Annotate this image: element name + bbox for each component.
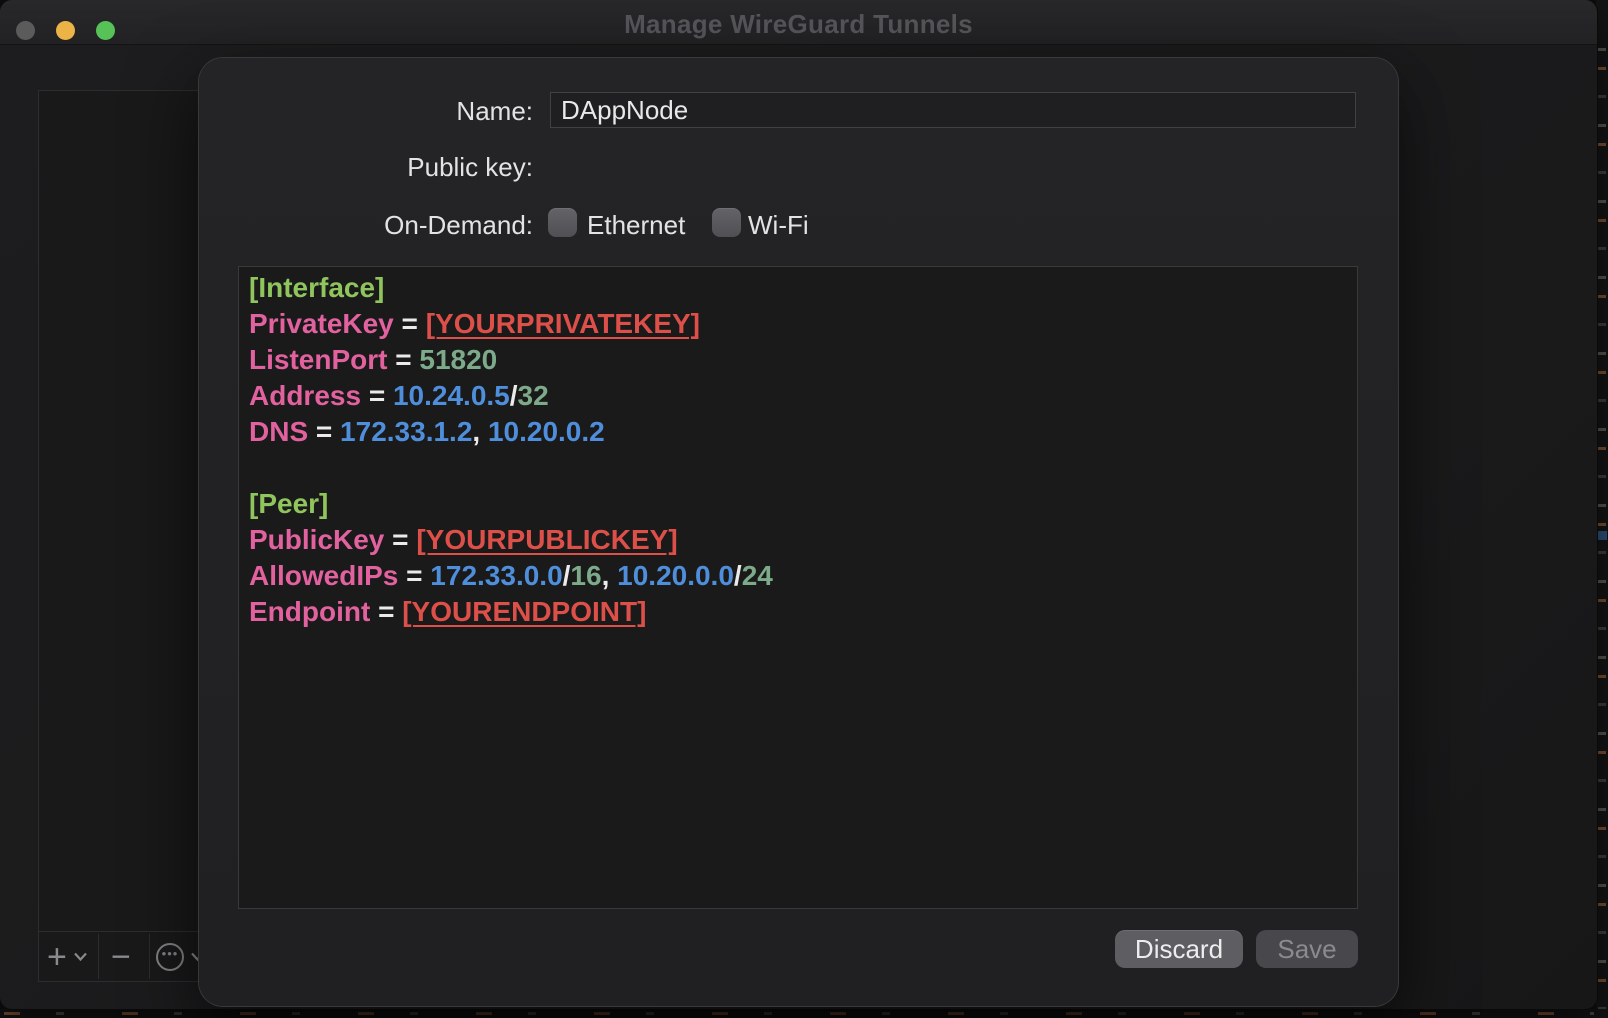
plus-icon: + bbox=[47, 940, 67, 974]
config-token-placeholder: [YOURPUBLICKEY] bbox=[416, 524, 677, 555]
ellipsis-circle-icon: ••• bbox=[156, 943, 184, 971]
config-token-key: ListenPort bbox=[249, 344, 387, 375]
more-actions-button[interactable]: ••• bbox=[156, 932, 204, 981]
wireguard-window: Manage WireGuard Tunnels + − ••• bbox=[0, 0, 1597, 1009]
config-editor[interactable]: [Interface]PrivateKey = [YOURPRIVATEKEY]… bbox=[238, 266, 1358, 909]
add-tunnel-button[interactable]: + bbox=[47, 932, 87, 981]
background-app-bottom-strip bbox=[0, 1009, 1608, 1018]
config-token-ip: 10.20.0.2 bbox=[488, 416, 605, 447]
wifi-checkbox[interactable] bbox=[712, 208, 741, 237]
config-token-punct: = bbox=[384, 524, 416, 555]
config-token-punct: = bbox=[370, 596, 402, 627]
config-token-number: 32 bbox=[518, 380, 549, 411]
name-label: Name: bbox=[199, 96, 533, 127]
background-selection-highlight bbox=[1597, 531, 1607, 540]
config-line: PublicKey = [YOURPUBLICKEY] bbox=[249, 522, 1347, 558]
minus-icon: − bbox=[111, 940, 131, 974]
config-token-ip: 172.33.0.0 bbox=[430, 560, 562, 591]
config-token-key: Endpoint bbox=[249, 596, 370, 627]
background-app-right-strip bbox=[1596, 0, 1608, 1018]
wifi-label[interactable]: Wi-Fi bbox=[748, 210, 809, 241]
config-token-placeholder: [YOURPRIVATEKEY] bbox=[426, 308, 700, 339]
config-line: [Interface] bbox=[249, 270, 1347, 306]
window-title: Manage WireGuard Tunnels bbox=[0, 9, 1597, 40]
config-token-number: 51820 bbox=[419, 344, 497, 375]
config-token-key: DNS bbox=[249, 416, 308, 447]
config-token-number: 24 bbox=[742, 560, 773, 591]
toolbar-separator bbox=[149, 934, 150, 979]
config-token-punct: = bbox=[387, 344, 419, 375]
config-line bbox=[249, 450, 1347, 486]
save-button[interactable]: Save bbox=[1256, 930, 1358, 968]
config-token-placeholder: [YOURENDPOINT] bbox=[402, 596, 646, 627]
config-token-ip: 10.20.0.0 bbox=[617, 560, 734, 591]
config-token-punct: , bbox=[602, 560, 618, 591]
toolbar-separator bbox=[98, 934, 99, 979]
config-line: Address = 10.24.0.5/32 bbox=[249, 378, 1347, 414]
discard-button[interactable]: Discard bbox=[1115, 930, 1243, 968]
ethernet-label[interactable]: Ethernet bbox=[587, 210, 685, 241]
config-line: DNS = 172.33.1.2, 10.20.0.2 bbox=[249, 414, 1347, 450]
config-token-key: Address bbox=[249, 380, 361, 411]
config-token-punct: = bbox=[398, 560, 430, 591]
config-token-section: [Interface] bbox=[249, 272, 384, 303]
config-token-punct: / bbox=[510, 380, 518, 411]
edit-tunnel-dialog: Name: Public key: On-Demand: Ethernet Wi… bbox=[199, 58, 1398, 1006]
ethernet-checkbox[interactable] bbox=[548, 208, 577, 237]
config-token-ip: 172.33.1.2 bbox=[340, 416, 472, 447]
config-token-punct: = bbox=[394, 308, 426, 339]
screen: Manage WireGuard Tunnels + − ••• bbox=[0, 0, 1608, 1018]
config-line: Endpoint = [YOURENDPOINT] bbox=[249, 594, 1347, 630]
config-line: PrivateKey = [YOURPRIVATEKEY] bbox=[249, 306, 1347, 342]
config-line: AllowedIPs = 172.33.0.0/16, 10.20.0.0/24 bbox=[249, 558, 1347, 594]
remove-tunnel-button[interactable]: − bbox=[111, 932, 131, 981]
on-demand-label: On-Demand: bbox=[199, 210, 533, 241]
config-token-key: AllowedIPs bbox=[249, 560, 398, 591]
config-token-key: PublicKey bbox=[249, 524, 384, 555]
config-token-punct: = bbox=[361, 380, 393, 411]
config-token-key: PrivateKey bbox=[249, 308, 394, 339]
chevron-down-icon bbox=[74, 952, 87, 961]
config-line: [Peer] bbox=[249, 486, 1347, 522]
config-token-number: 16 bbox=[570, 560, 601, 591]
title-bar: Manage WireGuard Tunnels bbox=[0, 0, 1597, 45]
name-input[interactable] bbox=[550, 92, 1356, 128]
public-key-label: Public key: bbox=[199, 152, 533, 183]
config-line: ListenPort = 51820 bbox=[249, 342, 1347, 378]
config-token-ip: 10.24.0.5 bbox=[393, 380, 510, 411]
config-token-punct: , bbox=[472, 416, 488, 447]
config-token-punct: / bbox=[734, 560, 742, 591]
config-token-punct: = bbox=[308, 416, 340, 447]
config-token-section: [Peer] bbox=[249, 488, 328, 519]
